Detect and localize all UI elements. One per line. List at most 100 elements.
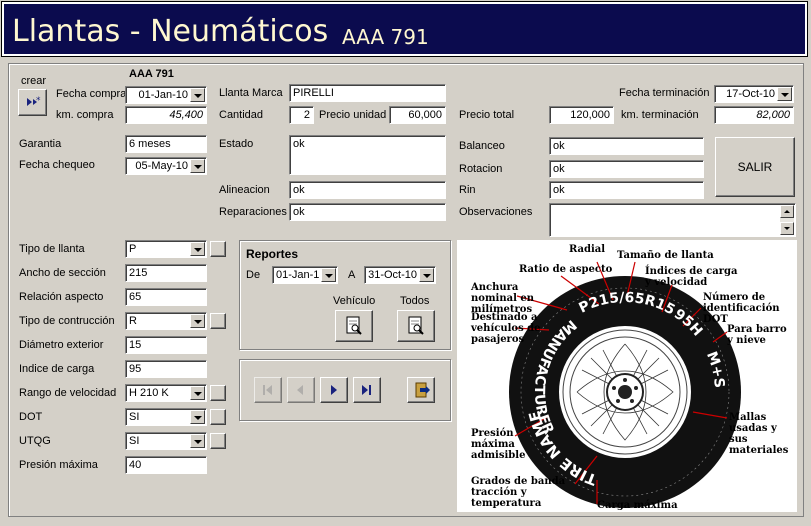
estado-label: Estado [219,138,254,150]
report-vehiculo-button[interactable] [335,310,373,342]
last-record-button[interactable] [353,377,381,403]
chevron-down-icon[interactable] [190,88,205,102]
spec-select[interactable]: H 210 K [125,384,207,402]
alineacion-label: Alineacion [219,184,270,196]
label-destinado: Destinado a vehículos de pasajeros [471,312,541,345]
km-compra-field[interactable]: 45,400 [125,106,207,124]
exit-door-icon [415,382,430,398]
label-grados: Grados de banda tracción y temperatura [471,476,566,509]
svg-text:P215/65R15: P215/65R15 [576,290,677,319]
label-anchura: Anchura nominal en milímetros [471,282,534,315]
km-terminacion-label: km. terminación [621,109,699,121]
exit-form-button[interactable] [407,377,435,403]
alineacion-field[interactable]: ok [289,181,446,199]
llanta-marca-field[interactable]: PIRELLI [289,84,446,102]
spec-info-button[interactable] [210,241,226,257]
spec-field[interactable]: 95 [125,360,207,378]
chevron-down-icon[interactable] [190,386,205,400]
chevron-down-icon[interactable] [777,87,792,101]
spec-select[interactable]: P [125,240,207,258]
km-terminacion-field[interactable]: 82,000 [714,106,794,124]
report-todos-button[interactable] [397,310,435,342]
chevron-down-icon[interactable] [190,314,205,328]
prev-record-button[interactable] [287,377,315,403]
label-mallas: Mallas usadas y sus materiales [729,412,789,456]
balanceo-field[interactable]: ok [549,137,704,155]
precio-unidad-field[interactable]: 60,000 [389,106,446,124]
spec-label: Rango de velocidad [19,387,117,399]
crear-label: crear [21,75,47,87]
spec-info-button[interactable] [210,433,226,449]
label-numero-dot: Número de identificación DOT [703,292,780,325]
todos-label: Todos [400,295,430,307]
rotacion-label: Rotacion [459,163,503,175]
scrollbar[interactable] [780,205,794,235]
spec-field[interactable]: 65 [125,288,207,306]
observaciones-label: Observaciones [459,206,533,218]
cantidad-field[interactable]: 2 [289,106,314,124]
tire-diagram: P215/65R15 95H M+S TIRE NAME MANUFACTURE… [457,240,797,512]
rin-label: Rin [459,184,476,196]
salir-button[interactable]: SALIR [715,137,795,197]
balanceo-label: Balanceo [459,140,505,152]
label-barro: Para barro y nieve [727,324,787,346]
chevron-down-icon[interactable] [190,242,205,256]
chevron-down-icon[interactable] [190,410,205,424]
precio-total-field[interactable]: 120,000 [549,106,614,124]
spec-label: Presión máxima [19,459,98,471]
reportes-de-select[interactable]: 01-Jan-10 [272,266,338,284]
chevron-down-icon[interactable] [419,268,434,282]
first-record-button[interactable] [254,377,282,403]
garantia-label: Garantia [19,138,62,150]
reportes-group: Reportes De 01-Jan-10 A 31-Oct-10 Vehícu… [239,240,451,350]
km-compra-label: km. compra [56,109,114,121]
new-record-icon: * [27,96,41,106]
estado-field[interactable]: ok [289,135,446,175]
spec-select[interactable]: SI [125,408,207,426]
label-radial: Radial [569,244,606,255]
spec-label: Diámetro exterior [19,339,104,351]
label-tamano: Tamaño de llanta [617,250,714,261]
next-icon [331,385,337,395]
precio-unidad-label: Precio unidad [319,109,387,121]
spec-label: UTQG [19,435,51,447]
spec-select[interactable]: R [125,312,207,330]
print-preview-icon [346,316,362,335]
spec-select[interactable]: SI [125,432,207,450]
create-button[interactable]: * [18,89,47,116]
reparaciones-field[interactable]: ok [289,203,446,221]
spec-info-button[interactable] [210,313,226,329]
reparaciones-label: Reparaciones [219,206,287,218]
label-ratio: Ratio de aspecto [519,264,613,275]
fecha-compra-select[interactable]: 01-Jan-10 [125,86,207,104]
de-label: De [246,269,261,281]
label-indices: Índices de carga y velocidad [645,266,738,288]
fecha-chequeo-select[interactable]: 05-May-10 [125,157,207,175]
chevron-down-icon[interactable] [190,159,205,173]
title-bar: Llantas - Neumáticos AAA 791 [1,1,808,57]
reportes-a-select[interactable]: 31-Oct-10 [364,266,436,284]
spec-info-button[interactable] [210,409,226,425]
prev-icon [297,385,303,395]
scroll-up-icon[interactable] [780,205,794,218]
spec-field[interactable]: 40 [125,456,207,474]
fecha-terminacion-select[interactable]: 17-Oct-10 [714,85,794,103]
plate-label: AAA 791 [129,68,174,80]
last-icon [362,385,371,395]
title-plate: AAA 791 [342,25,429,49]
app-title: Llantas - Neumáticos [12,14,329,49]
spec-field[interactable]: 15 [125,336,207,354]
garantia-field[interactable]: 6 meses [125,135,207,153]
spec-label: DOT [19,411,43,423]
chevron-down-icon[interactable] [321,268,336,282]
scroll-down-icon[interactable] [780,222,794,235]
observaciones-field[interactable] [549,203,796,237]
rin-field[interactable]: ok [549,181,704,199]
rotacion-field[interactable]: ok [549,160,704,178]
chevron-down-icon[interactable] [190,434,205,448]
next-record-button[interactable] [320,377,348,403]
spec-field[interactable]: 215 [125,264,207,282]
spec-info-button[interactable] [210,385,226,401]
reportes-title: Reportes [246,247,299,261]
fecha-terminacion-label: Fecha terminación [619,87,710,99]
